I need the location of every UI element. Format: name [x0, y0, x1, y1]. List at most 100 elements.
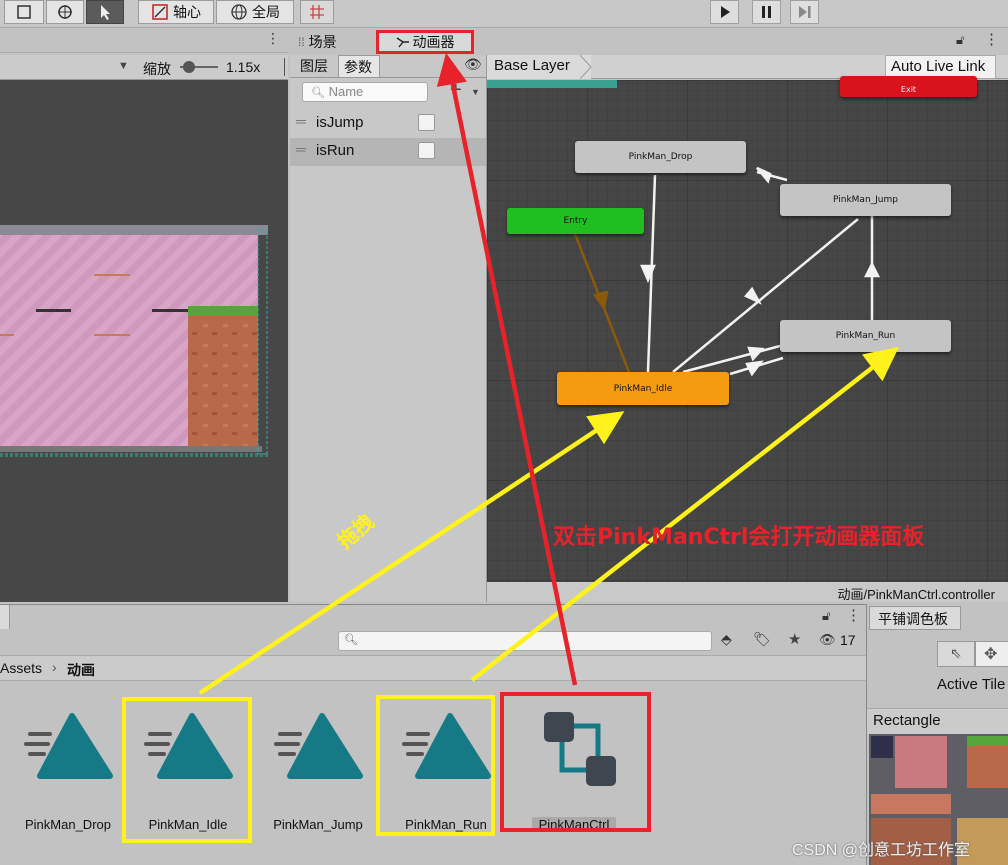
search-icon: 🔍︎	[344, 634, 358, 646]
search-input[interactable]: 🔍︎ Name	[302, 82, 428, 102]
asset-label: PinkMan_Jump	[273, 817, 363, 832]
play-icon	[721, 6, 730, 18]
breadcrumb-assets[interactable]: Assets	[0, 660, 42, 676]
animation-clip-icon	[24, 713, 113, 779]
breadcrumb-arrow-icon	[580, 55, 592, 79]
lock-icon[interactable]: 🔓︎	[822, 608, 830, 624]
tab-parameters[interactable]: 参数	[338, 55, 380, 77]
global-label: 全局	[252, 4, 280, 20]
rect-tool-icon	[17, 5, 31, 19]
breadcrumb[interactable]: Base Layer	[487, 55, 591, 79]
drag-handle-icon[interactable]: ═	[296, 113, 306, 129]
tile-palette-label: 平铺调色板	[878, 611, 948, 627]
animator-tabstrip: ⁞⁞ 场景 动画器 🔓︎ ⋮	[290, 29, 1008, 54]
parameter-name: isJump	[316, 114, 364, 131]
tab-parameters-label: 参数	[344, 59, 372, 75]
more-options-icon[interactable]: ⋮	[266, 31, 280, 47]
parameter-row[interactable]: ═ isJump	[290, 110, 486, 138]
cursor-icon: ⇖	[950, 645, 962, 661]
parameter-row[interactable]: ═ isRun	[290, 138, 486, 166]
pause-icon	[762, 6, 771, 18]
state-jump[interactable]: PinkMan_Jump	[780, 184, 951, 216]
tab-layers-label: 图层	[300, 58, 328, 74]
asset-animation-clip[interactable]: PinkMan_Jump	[258, 700, 378, 840]
transition-idle-run	[682, 344, 781, 374]
asset-label: PinkMan_Drop	[25, 817, 111, 832]
transition-arrow-icon	[745, 360, 764, 377]
hidden-count-icon[interactable]: 👁︎	[819, 632, 836, 648]
breadcrumb: Assets › 动画	[0, 655, 866, 681]
global-toggle-button[interactable]: 全局	[216, 0, 294, 24]
more-options-icon[interactable]: ⋮	[846, 606, 861, 624]
tilemap-preview	[0, 225, 269, 457]
breadcrumb-folder[interactable]: 动画	[67, 660, 95, 680]
animator-graph[interactable]: Exit PinkMan_Drop PinkMan_Jump Entry Pin…	[487, 76, 1008, 582]
tab-tile-palette[interactable]: 平铺调色板	[869, 606, 961, 630]
tile-dropdown[interactable]: Rectangle	[867, 708, 1008, 734]
search-icon: 🔍︎	[311, 87, 325, 99]
transition-arrow-icon	[743, 286, 762, 305]
tab-animator[interactable]: 动画器	[376, 30, 474, 54]
add-parameter-button[interactable]: +	[450, 79, 462, 102]
breadcrumb-base-layer: Base Layer	[494, 57, 570, 74]
main-toolbar: 轴心 全局	[0, 0, 1008, 28]
scene-viewport[interactable]	[0, 80, 288, 602]
parameter-name: isRun	[316, 142, 355, 159]
zoom-label: 缩放	[143, 61, 171, 77]
star-icon[interactable]: ★	[788, 630, 801, 648]
parameter-checkbox[interactable]	[418, 142, 435, 159]
animator-icon	[396, 37, 409, 48]
pivot-label: 轴心	[173, 4, 201, 20]
transform-tool-icon	[58, 5, 72, 19]
tab-project[interactable]	[0, 605, 10, 629]
chevron-down-icon[interactable]: ▼	[471, 87, 480, 97]
filter-type-icon[interactable]: ⬘	[721, 631, 732, 648]
move-tool-button[interactable]: ✥	[975, 641, 1008, 667]
animation-clip-icon	[274, 713, 363, 779]
more-options-icon[interactable]: ⋮	[984, 30, 999, 48]
toolbar-divider	[284, 58, 288, 76]
lock-icon[interactable]: 🔓︎	[956, 32, 964, 48]
label-icon[interactable]: 🏷︎	[753, 631, 771, 648]
transition-arrow-icon	[747, 346, 765, 362]
tile-palette-panel: 平铺调色板 ⇖ ✥ Active Tile Rectangle	[866, 604, 1008, 865]
tab-scene[interactable]: ⁞⁞ 场景	[298, 32, 337, 52]
eye-icon[interactable]: 👁︎	[464, 56, 482, 73]
zoom-value: 1.15x	[226, 59, 261, 75]
graph-footer: 动画/PinkManCtrl.controller	[487, 582, 1008, 602]
step-button[interactable]	[790, 0, 819, 24]
state-drop[interactable]: PinkMan_Drop	[575, 141, 746, 173]
step-icon	[799, 6, 811, 18]
drag-handle-icon[interactable]: ═	[296, 141, 306, 157]
state-entry[interactable]: Entry	[507, 208, 644, 234]
highlight-idle-asset	[122, 697, 252, 843]
snap-button[interactable]	[300, 0, 334, 24]
rect-tool-button[interactable]	[4, 0, 44, 24]
active-tilemap-label: Active Tile	[937, 676, 1006, 693]
hidden-count: 17	[840, 632, 856, 648]
asset-animation-clip[interactable]: PinkMan_Drop	[8, 700, 128, 840]
controller-path: 动画/PinkManCtrl.controller	[837, 587, 996, 602]
dropdown-arrow-icon[interactable]: ▼	[118, 60, 129, 72]
select-tool-button[interactable]	[86, 0, 124, 24]
pause-button[interactable]	[752, 0, 781, 24]
select-tool-button[interactable]: ⇖	[937, 641, 975, 667]
highlight-controller-asset	[500, 692, 651, 832]
search-placeholder: Name	[328, 84, 364, 99]
divider	[290, 77, 486, 78]
watermark: CSDN @创意工坊工作室	[792, 842, 971, 859]
state-run-label: PinkMan_Run	[835, 331, 896, 341]
play-button[interactable]	[710, 0, 739, 24]
grid-snap-icon	[310, 5, 324, 19]
scene-toolbar: ▼ 缩放 1.15x	[0, 55, 288, 80]
pivot-toggle-button[interactable]: 轴心	[138, 0, 214, 24]
state-idle[interactable]: PinkMan_Idle	[557, 372, 729, 405]
scene-tab-icon: ⁞⁞	[298, 35, 305, 49]
search-input[interactable]: 🔍︎	[338, 631, 712, 651]
tab-animator-label: 动画器	[412, 34, 455, 50]
transform-tool-button[interactable]	[46, 0, 84, 24]
tab-layers[interactable]: 图层	[292, 55, 338, 77]
zoom-slider-handle[interactable]	[183, 61, 195, 73]
state-run[interactable]: PinkMan_Run	[780, 320, 951, 352]
parameter-checkbox[interactable]	[418, 114, 435, 131]
